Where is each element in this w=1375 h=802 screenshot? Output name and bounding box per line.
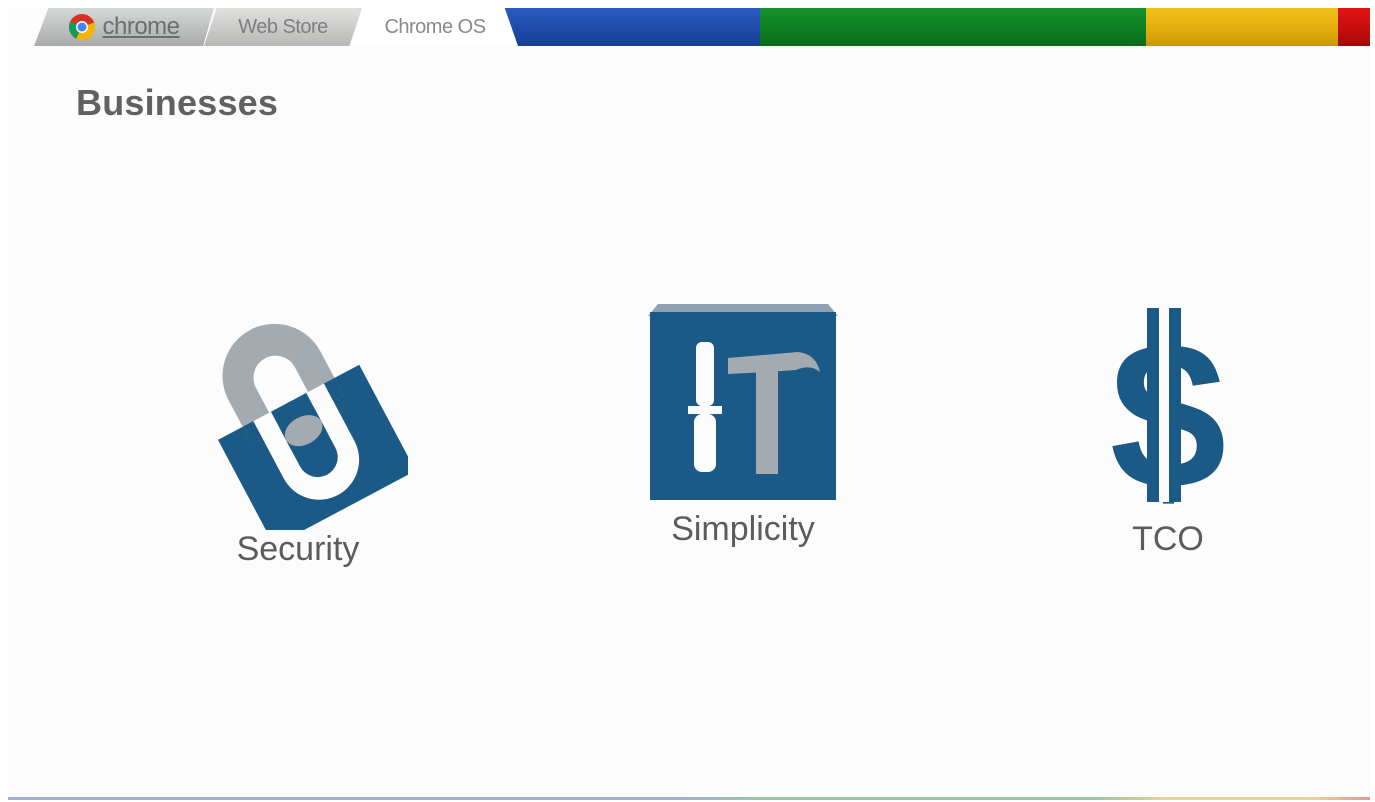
slide: chrome Web Store Chrome OS Businesses Se… [8, 8, 1370, 800]
tools-box-icon [648, 304, 838, 500]
bottom-divider [8, 797, 1370, 800]
stripe-green [760, 8, 1146, 46]
dollar-sign-icon: $ [1110, 300, 1227, 520]
stripe-blue [498, 8, 760, 46]
feature-security: Security [168, 300, 428, 569]
tab-chrome-label: chrome [102, 13, 180, 40]
top-bar: chrome Web Store Chrome OS [8, 8, 1370, 48]
tab-web-store[interactable]: Web Store [204, 8, 362, 46]
tab-chrome[interactable]: chrome [34, 8, 214, 46]
page-title: Businesses [76, 82, 279, 123]
stripe-yellow [1146, 8, 1338, 46]
tab-web-store-label: Web Store [238, 15, 328, 38]
tab-chrome-os-label: Chrome OS [384, 15, 486, 38]
feature-tco-label: TCO [1132, 520, 1204, 558]
feature-simplicity-label: Simplicity [671, 510, 815, 548]
feature-tco: $ TCO [1078, 300, 1258, 559]
feature-security-label: Security [236, 530, 360, 568]
stripe-red [1338, 8, 1370, 46]
feature-simplicity: Simplicity [618, 290, 868, 549]
tab-chrome-os[interactable]: Chrome OS [352, 8, 518, 46]
padlock-icon [217, 323, 408, 530]
chrome-logo-icon [69, 14, 96, 41]
